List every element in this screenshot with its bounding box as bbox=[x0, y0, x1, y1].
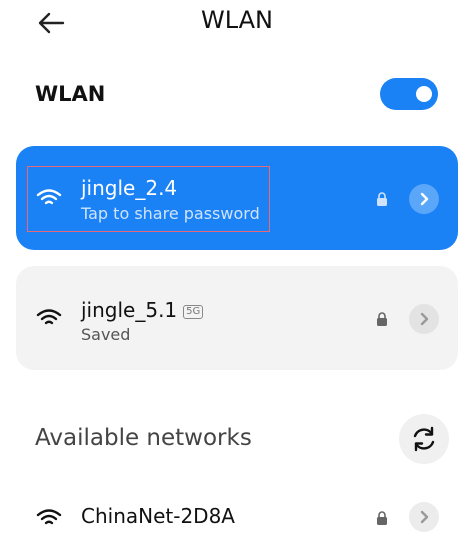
page-title: WLAN bbox=[200, 6, 274, 34]
network-ssid: jingle_2.4 bbox=[81, 176, 178, 200]
refresh-icon bbox=[413, 426, 435, 452]
chevron-right-icon bbox=[420, 312, 429, 326]
wifi-icon bbox=[36, 189, 62, 205]
network-ssid: ChinaNet-2D8A bbox=[81, 504, 235, 528]
network-card-connected[interactable]: jingle_2.4 Tap to share password bbox=[16, 146, 458, 250]
lock-icon bbox=[377, 511, 387, 525]
network-details-button[interactable] bbox=[409, 184, 439, 214]
app-header: WLAN bbox=[0, 0, 474, 48]
network-status: Tap to share password bbox=[81, 204, 260, 223]
wlan-toggle-label: WLAN bbox=[35, 82, 106, 106]
chevron-right-icon bbox=[420, 192, 429, 206]
wifi-icon bbox=[36, 509, 62, 525]
network-details-button[interactable] bbox=[409, 304, 439, 334]
available-networks-title: Available networks bbox=[35, 425, 252, 451]
band-badge: 5G bbox=[183, 305, 204, 319]
lock-icon bbox=[377, 312, 387, 326]
refresh-button[interactable] bbox=[399, 414, 449, 464]
wlan-toggle-row: WLAN bbox=[0, 70, 474, 120]
network-status: Saved bbox=[81, 325, 131, 344]
network-ssid: jingle_5.1 bbox=[81, 298, 178, 322]
chevron-right-icon bbox=[420, 510, 429, 524]
network-ssid-line: jingle_5.1 5G bbox=[81, 298, 204, 322]
wifi-icon bbox=[36, 309, 62, 325]
network-card-saved[interactable]: jingle_5.1 5G Saved bbox=[16, 266, 458, 370]
toggle-knob bbox=[416, 86, 432, 102]
network-details-button[interactable] bbox=[409, 502, 439, 532]
lock-icon bbox=[377, 192, 387, 206]
available-network-item[interactable]: ChinaNet-2D8A bbox=[0, 494, 474, 544]
wlan-toggle-switch[interactable] bbox=[380, 78, 438, 110]
